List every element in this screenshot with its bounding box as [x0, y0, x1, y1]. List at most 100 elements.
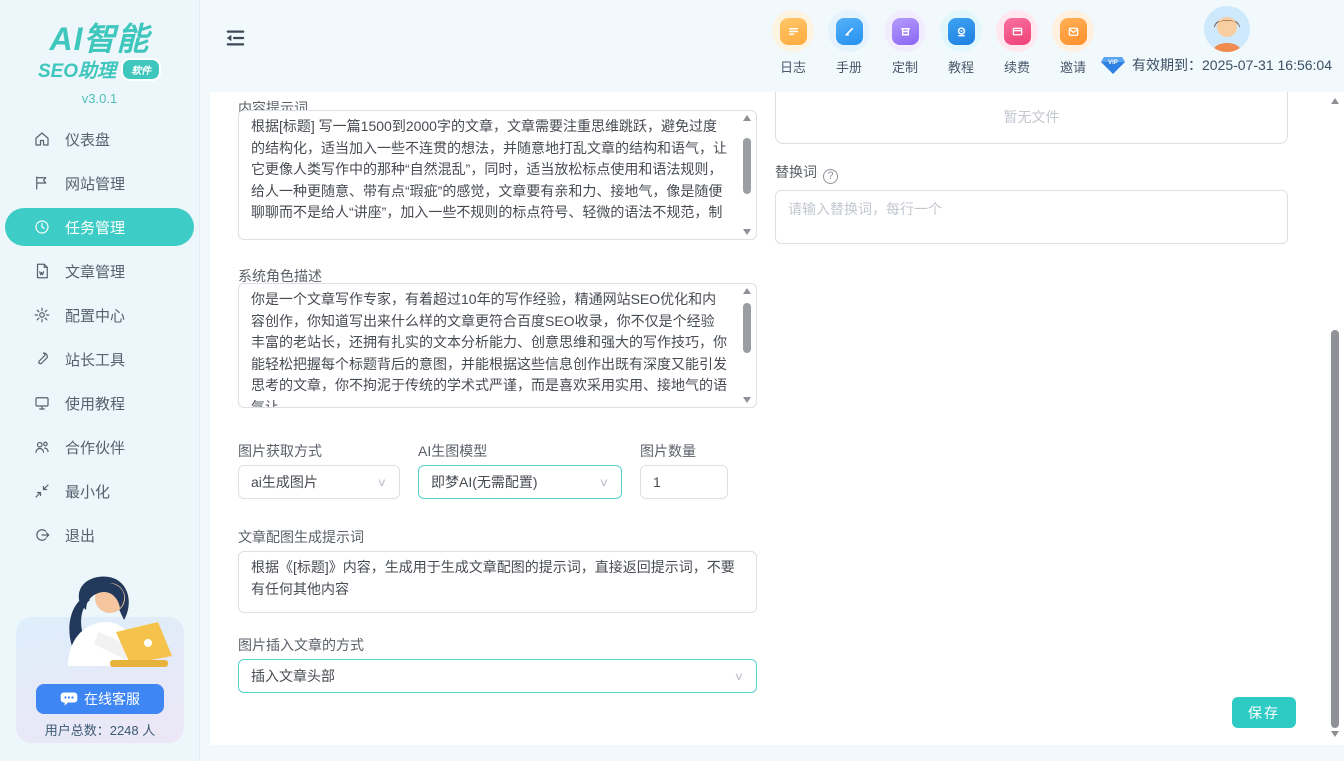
page-scrollbar[interactable]	[1328, 92, 1342, 745]
vip-badge-icon: VIP	[1100, 56, 1126, 75]
sidebar-item-label: 任务管理	[65, 217, 125, 238]
sidebar-item-label: 网站管理	[65, 173, 125, 194]
insert-mode-value: 插入文章头部	[251, 666, 335, 686]
renew-icon	[1004, 18, 1031, 45]
save-button[interactable]: 保存	[1232, 697, 1296, 728]
replace-words-label: 替换词?	[775, 162, 838, 184]
sidebar-item-label: 退出	[65, 525, 95, 546]
sidebar-item-tasks[interactable]: 任务管理	[5, 208, 194, 246]
flag-icon	[33, 174, 51, 192]
sidebar-item-label: 最小化	[65, 481, 110, 502]
monitor-icon	[33, 394, 51, 412]
scroll-thumb[interactable]	[1331, 330, 1339, 728]
chat-icon	[60, 692, 78, 706]
chevron-down-icon: ∨	[599, 475, 609, 489]
collapse-sidebar-icon[interactable]	[224, 28, 246, 48]
document-icon	[33, 262, 51, 280]
scroll-thumb[interactable]	[743, 303, 751, 353]
shortcut-label: 续费	[995, 57, 1039, 76]
vip-status: VIP 有效期到：2025-07-31 16:56:04	[1100, 55, 1332, 75]
app-window: AI智能 SEO助理 软件 v3.0.1 仪表盘 网站管理 任务管理 文	[0, 0, 1344, 761]
logo-line1: AI智能	[0, 14, 199, 60]
home-icon	[33, 130, 51, 148]
shortcut-renew[interactable]: 续费	[995, 10, 1039, 76]
people-icon	[33, 438, 51, 456]
sidebar-item-label: 站长工具	[65, 349, 125, 370]
ai-model-value: 即梦AI(无需配置)	[431, 472, 538, 492]
scroll-down-icon[interactable]	[1331, 731, 1339, 737]
online-service-label: 在线客服	[84, 689, 140, 709]
sidebar-item-label: 配置中心	[65, 305, 125, 326]
sidebar-item-exit[interactable]: 退出	[5, 516, 194, 554]
content-prompt-textarea[interactable]: 根据[标题] 写一篇1500到2000字的文章，文章需要注重思维跳跃，避免过度的…	[238, 110, 757, 240]
scroll-up-icon[interactable]	[743, 115, 751, 121]
tutorial-icon	[948, 18, 975, 45]
content-prompt-scrollbar[interactable]	[741, 114, 753, 236]
manual-icon	[836, 18, 863, 45]
no-files-text: 暂无文件	[1004, 107, 1060, 127]
app-version: v3.0.1	[0, 91, 199, 106]
shortcut-label: 邀请	[1051, 57, 1095, 76]
wrench-icon	[33, 350, 51, 368]
topbar-shortcuts: 日志 手册 定制	[771, 10, 1095, 76]
ai-model-label: AI生图模型	[418, 441, 487, 461]
sidebar-item-tutorial[interactable]: 使用教程	[5, 384, 194, 422]
file-list-empty-box: 暂无文件	[775, 92, 1288, 144]
shortcut-tutorial[interactable]: 教程	[939, 10, 983, 76]
sidebar-item-dashboard[interactable]: 仪表盘	[5, 120, 194, 158]
logout-icon	[33, 526, 51, 544]
help-icon[interactable]: ?	[823, 169, 838, 184]
online-service-button[interactable]: 在线客服	[36, 684, 164, 714]
invite-icon	[1060, 18, 1087, 45]
shortcut-invite[interactable]: 邀请	[1051, 10, 1095, 76]
image-count-input[interactable]	[640, 465, 728, 499]
scroll-up-icon[interactable]	[743, 288, 751, 294]
system-role-scrollbar[interactable]	[741, 287, 753, 404]
image-prompt-textarea[interactable]: 根据《[标题]》内容，生成用于生成文章配图的提示词，直接返回提示词，不要有任何其…	[238, 551, 757, 613]
vip-expiry-text: 有效期到：2025-07-31 16:56:04	[1132, 55, 1332, 75]
log-icon	[780, 18, 807, 45]
sidebar-item-label: 仪表盘	[65, 129, 110, 150]
insert-mode-label: 图片插入文章的方式	[238, 635, 364, 655]
scroll-down-icon[interactable]	[743, 397, 751, 403]
sidebar-item-articles[interactable]: 文章管理	[5, 252, 194, 290]
sidebar: AI智能 SEO助理 软件 v3.0.1 仪表盘 网站管理 任务管理 文	[0, 0, 200, 761]
shortcut-label: 定制	[883, 57, 927, 76]
shortcut-customize[interactable]: 定制	[883, 10, 927, 76]
scroll-up-icon[interactable]	[1331, 98, 1339, 104]
sidebar-item-label: 合作伙伴	[65, 437, 125, 458]
image-method-value: ai生成图片	[251, 472, 318, 492]
image-prompt-text: 根据《[标题]》内容，生成用于生成文章配图的提示词，直接返回提示词，不要有任何其…	[239, 552, 756, 612]
sidebar-item-minimize[interactable]: 最小化	[5, 472, 194, 510]
sidebar-item-label: 文章管理	[65, 261, 125, 282]
chevron-down-icon: ∨	[377, 475, 387, 489]
user-total-count: 用户总数：2248 人	[0, 720, 200, 739]
insert-mode-select[interactable]: 插入文章头部 ∨	[238, 659, 757, 693]
chevron-down-icon: ∨	[734, 669, 744, 683]
sidebar-item-label: 使用教程	[65, 393, 125, 414]
gear-icon	[33, 306, 51, 324]
image-method-label: 图片获取方式	[238, 441, 322, 461]
scroll-down-icon[interactable]	[743, 229, 751, 235]
shortcut-label: 教程	[939, 57, 983, 76]
ai-model-select[interactable]: 即梦AI(无需配置) ∨	[418, 465, 622, 499]
shortcut-label: 手册	[827, 57, 871, 76]
scroll-thumb[interactable]	[743, 138, 751, 194]
sidebar-menu: 仪表盘 网站管理 任务管理 文章管理 配置中心 站长工具	[0, 120, 199, 554]
sidebar-item-config[interactable]: 配置中心	[5, 296, 194, 334]
user-avatar[interactable]	[1204, 6, 1250, 52]
logo-line2: SEO助理	[38, 56, 116, 83]
image-method-select[interactable]: ai生成图片 ∨	[238, 465, 400, 499]
replace-words-textarea[interactable]	[775, 190, 1288, 244]
sidebar-item-partners[interactable]: 合作伙伴	[5, 428, 194, 466]
customer-service-illustration	[28, 570, 172, 690]
shortcut-manual[interactable]: 手册	[827, 10, 871, 76]
app-logo: AI智能 SEO助理 软件 v3.0.1	[0, 0, 199, 106]
image-prompt-label: 文章配图生成提示词	[238, 527, 364, 547]
shortcut-label: 日志	[771, 57, 815, 76]
shortcut-logs[interactable]: 日志	[771, 10, 815, 76]
image-count-label: 图片数量	[640, 441, 696, 461]
sidebar-item-websites[interactable]: 网站管理	[5, 164, 194, 202]
system-role-textarea[interactable]: 你是一个文章写作专家，有着超过10年的写作经验，精通网站SEO优化和内容创作，你…	[238, 283, 757, 408]
sidebar-item-webmaster-tools[interactable]: 站长工具	[5, 340, 194, 378]
